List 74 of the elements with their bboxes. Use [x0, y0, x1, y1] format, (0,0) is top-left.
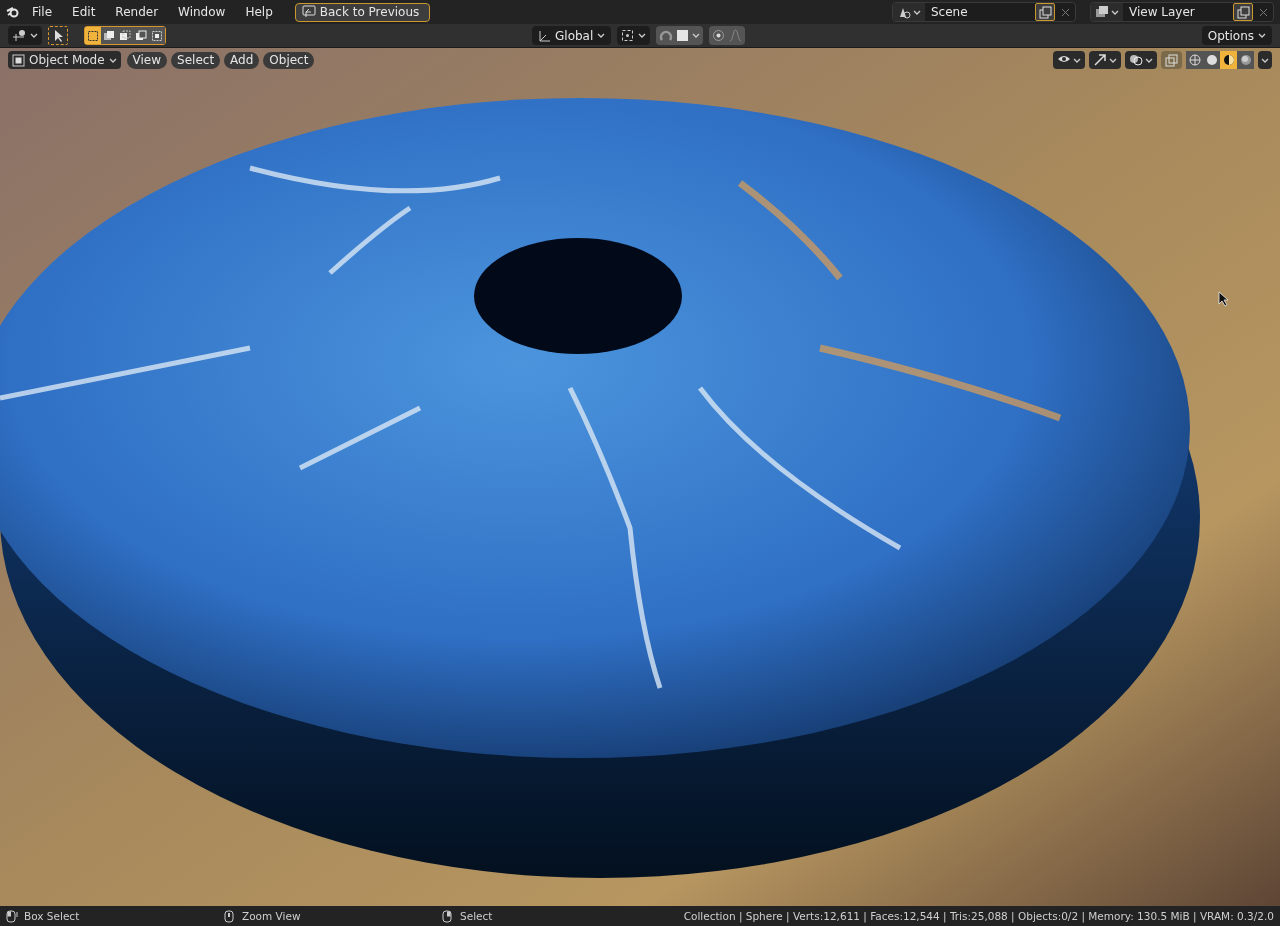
- shading-sphere-icon: [1222, 54, 1235, 66]
- selection-mode-button[interactable]: [149, 27, 165, 44]
- duplicate-icon: [1038, 5, 1052, 19]
- caret-icon: [30, 32, 38, 39]
- pivot-icon: [621, 29, 635, 42]
- object-mode-icon: [12, 53, 25, 67]
- menu-item[interactable]: Render: [107, 3, 167, 21]
- status-hint: Zoom View: [242, 910, 301, 922]
- square-icon: [676, 29, 690, 42]
- shading-sphere-icon: [1239, 54, 1252, 66]
- selection-mode-button[interactable]: [133, 27, 149, 44]
- caret-icon: [638, 32, 647, 39]
- object-mode-dropdown[interactable]: Object Mode: [8, 51, 121, 69]
- caret-icon: [1145, 56, 1153, 64]
- target-icon: [712, 29, 726, 42]
- magnet-icon: [659, 28, 674, 43]
- axes-icon: [538, 29, 551, 42]
- options-dropdown[interactable]: Options: [1201, 26, 1272, 45]
- shading-sphere-icon: [1205, 54, 1218, 66]
- blender-logo-icon: [6, 5, 20, 19]
- snap-dropdown[interactable]: [656, 26, 704, 45]
- proportional-edit-dropdown[interactable]: [709, 26, 746, 45]
- menu-item[interactable]: Help: [237, 3, 281, 21]
- selection-mode-icon: [119, 29, 131, 42]
- selection-mode-button[interactable]: [85, 27, 101, 44]
- close-icon: [1258, 7, 1268, 17]
- menu-item[interactable]: File: [24, 3, 61, 21]
- status-hint: Box Select: [24, 910, 80, 922]
- scene-statistics: Collection | Sphere | Verts:12,611 | Faces:12,544 | Tris:25,088 | Objects:0/2 | Memory: 130.5 MiB | VRAM: 0.3/2.0: [683, 910, 1274, 922]
- editor-type-button[interactable]: [8, 26, 42, 45]
- falloff-curve-icon: [729, 29, 743, 42]
- gizmo-icon: [1093, 53, 1107, 67]
- menu-item[interactable]: Edit: [64, 3, 104, 21]
- caret-icon: [597, 32, 606, 39]
- transform-gizmo-icon: [12, 28, 26, 43]
- caret-icon: [913, 8, 921, 16]
- shading-dropdown[interactable]: [1258, 51, 1272, 69]
- selection-mode-button[interactable]: [101, 27, 117, 44]
- overlay-dropdown[interactable]: [1125, 51, 1157, 69]
- gizmo-dropdown[interactable]: [1089, 51, 1121, 69]
- mouse-left-button-icon: [6, 909, 18, 923]
- caret-icon: [108, 56, 117, 64]
- visibility-dropdown[interactable]: [1053, 51, 1085, 69]
- selection-mode-icon: [87, 29, 99, 42]
- selection-mode-icon: [151, 29, 163, 42]
- caret-icon: [1111, 8, 1119, 16]
- status-hint: Select: [460, 910, 493, 922]
- overlay-icon: [1129, 53, 1143, 67]
- x-ray-icon: [1165, 53, 1178, 67]
- scene-field[interactable]: Scene: [892, 2, 1076, 22]
- close-icon: [1060, 7, 1070, 17]
- shading-mode-button[interactable]: [1220, 51, 1237, 69]
- x-ray-button[interactable]: [1161, 51, 1182, 69]
- pivot-dropdown[interactable]: [617, 26, 651, 45]
- selection-mode-icon: [135, 29, 147, 42]
- selection-mode-button[interactable]: [117, 27, 133, 44]
- selection-mode-icon: [103, 29, 115, 42]
- view-layer-field[interactable]: View Layer: [1090, 2, 1274, 22]
- view-layer-icon: [1095, 5, 1109, 19]
- menu-item[interactable]: Window: [170, 3, 234, 21]
- mouse-right-button-icon: [442, 909, 454, 923]
- caret-icon: [1258, 32, 1266, 39]
- caret-icon: [1073, 56, 1081, 64]
- caret-icon: [1261, 56, 1269, 64]
- screen-back-icon: [301, 5, 316, 19]
- back-to-previous-button[interactable]: Back to Previous: [294, 2, 431, 22]
- duplicate-icon: [1236, 5, 1250, 19]
- mouse-cursor-icon: [1218, 291, 1229, 307]
- tool-button[interactable]: [48, 26, 68, 45]
- caret-icon: [692, 32, 701, 39]
- caret-icon: [1109, 56, 1117, 64]
- transform-orientation-dropdown[interactable]: Global: [532, 26, 612, 45]
- mouse-middle-button-icon: [224, 909, 236, 923]
- shading-sphere-icon: [1188, 54, 1201, 66]
